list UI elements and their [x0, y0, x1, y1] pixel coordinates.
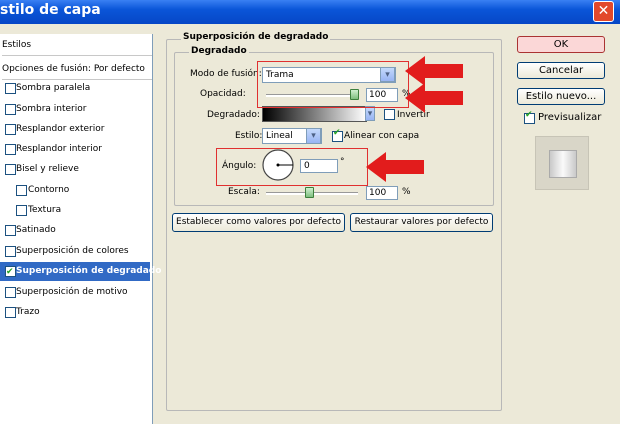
- red-arrow-icon: [405, 83, 463, 113]
- reset-default-button[interactable]: Restaurar valores por defecto: [350, 213, 493, 232]
- style-item-color-overlay[interactable]: Superposición de colores: [0, 242, 150, 261]
- scale-slider-thumb[interactable]: [305, 187, 315, 198]
- new-style-button[interactable]: Estilo nuevo...: [517, 88, 605, 105]
- pattern-overlay-checkbox[interactable]: [5, 287, 16, 298]
- red-arrow-icon: [366, 152, 424, 182]
- style-item-outer-glow[interactable]: Resplandor exterior: [0, 120, 150, 139]
- align-with-layer-checkbox[interactable]: [332, 128, 343, 142]
- scale-percent: %: [402, 187, 411, 197]
- stroke-checkbox[interactable]: [5, 307, 16, 318]
- scale-label: Escala:: [228, 187, 260, 197]
- style-item-label: Superposición de colores: [16, 246, 129, 256]
- invert-checkbox[interactable]: [384, 109, 395, 120]
- style-item-drop-shadow[interactable]: Sombra paralela: [0, 79, 150, 98]
- style-item-label: Bisel y relieve: [16, 164, 79, 174]
- scale-value: 100: [369, 188, 387, 198]
- style-item-inner-glow[interactable]: Resplandor interior: [0, 140, 150, 159]
- highlight-blend-opacity-box: [257, 61, 409, 108]
- ok-button[interactable]: OK: [517, 36, 605, 53]
- style-item-label: Textura: [28, 205, 62, 215]
- window-title: stilo de capa: [0, 2, 101, 18]
- highlight-angle-box: [216, 148, 368, 186]
- preview-label: Previsualizar: [538, 112, 602, 123]
- style-item-pattern-overlay[interactable]: Superposición de motivo: [0, 283, 150, 302]
- style-value: Lineal: [266, 131, 293, 141]
- style-item-label: Resplandor exterior: [16, 124, 105, 134]
- inner-shadow-checkbox[interactable]: [5, 104, 16, 115]
- opacity-label: Opacidad:: [200, 89, 246, 99]
- style-item-label: Sombra interior: [16, 104, 87, 114]
- bevel-checkbox[interactable]: [5, 164, 16, 175]
- style-item-label: Superposición de degradado: [16, 266, 162, 276]
- gradient-group-title: Degradado: [189, 46, 249, 56]
- style-item-contour[interactable]: Contorno: [0, 181, 150, 200]
- style-item-satin[interactable]: Satinado: [0, 221, 150, 240]
- blend-options-item[interactable]: Opciones de fusión: Por defecto: [2, 60, 152, 80]
- gradient-overlay-checkbox[interactable]: [5, 263, 16, 282]
- style-item-label: Superposición de motivo: [16, 287, 128, 297]
- outer-glow-checkbox[interactable]: [5, 124, 16, 135]
- style-item-stroke[interactable]: Trazo: [0, 303, 150, 322]
- preview-checkbox[interactable]: [524, 110, 535, 124]
- style-label: Estilo:: [235, 131, 263, 141]
- style-item-label: Sombra paralela: [16, 83, 91, 93]
- cancel-button[interactable]: Cancelar: [517, 62, 605, 79]
- scale-input[interactable]: 100: [366, 186, 398, 200]
- style-item-texture[interactable]: Textura: [0, 201, 150, 220]
- close-button[interactable]: ✕: [593, 1, 614, 22]
- blend-mode-label: Modo de fusión:: [190, 69, 262, 79]
- style-item-label: Satinado: [16, 225, 56, 235]
- style-item-label: Contorno: [28, 185, 70, 195]
- close-icon: ✕: [597, 3, 610, 19]
- style-preview-swatch: [549, 150, 577, 178]
- inner-glow-checkbox[interactable]: [5, 144, 16, 155]
- satin-checkbox[interactable]: [5, 225, 16, 236]
- styles-list-panel: Estilos Opciones de fusión: Por defecto …: [0, 34, 161, 424]
- chevron-down-icon[interactable]: ▾: [306, 128, 321, 144]
- style-item-gradient-overlay[interactable]: Superposición de degradado: [0, 262, 161, 282]
- gradient-dropdown-icon[interactable]: ▾: [365, 106, 375, 121]
- color-overlay-checkbox[interactable]: [5, 246, 16, 257]
- gradient-preview[interactable]: [262, 106, 367, 122]
- red-arrow-icon: [405, 56, 463, 86]
- style-item-label: Trazo: [16, 307, 40, 317]
- align-with-layer-label: Alinear con capa: [344, 131, 420, 141]
- gradient-label: Degradado:: [207, 110, 260, 120]
- style-preview-box: [535, 136, 589, 190]
- styles-header[interactable]: Estilos: [2, 36, 152, 56]
- section-title: Superposición de degradado: [181, 32, 331, 42]
- style-item-label: Resplandor interior: [16, 144, 102, 154]
- style-item-bevel[interactable]: Bisel y relieve: [0, 160, 150, 179]
- contour-checkbox[interactable]: [16, 185, 27, 196]
- drop-shadow-checkbox[interactable]: [5, 83, 16, 94]
- texture-checkbox[interactable]: [16, 205, 27, 216]
- title-bar: stilo de capa ✕: [0, 0, 620, 24]
- set-default-button[interactable]: Establecer como valores por defecto: [172, 213, 345, 232]
- style-item-inner-shadow[interactable]: Sombra interior: [0, 100, 150, 119]
